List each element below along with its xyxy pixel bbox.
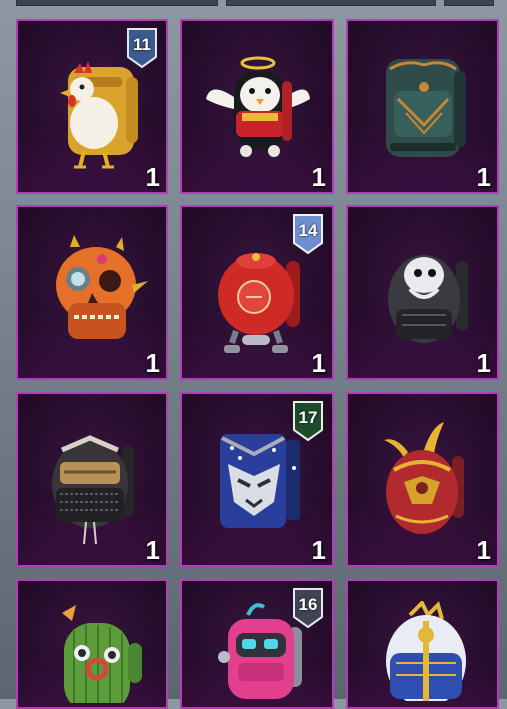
inventory-item-tile[interactable]: 11 1: [16, 19, 168, 194]
black-skull-backpack-icon: [380, 245, 480, 360]
rooster-backpack-icon: [48, 55, 148, 180]
level-badge-number: 17: [298, 408, 318, 427]
inventory-item-tile[interactable]: 14 1: [180, 205, 334, 380]
inventory-item-tile[interactable]: 17 1: [180, 392, 334, 567]
inventory-item-tile[interactable]: 1: [346, 392, 499, 567]
item-count: 1: [311, 535, 326, 565]
item-count: 1: [145, 162, 160, 192]
level-badge-number: 11: [133, 35, 151, 54]
angel-penguin-backpack-icon: [202, 51, 312, 176]
inventory-item-tile[interactable]: 1: [346, 19, 499, 194]
inventory-item-tile[interactable]: 1: [346, 205, 499, 380]
item-count: 1: [145, 348, 160, 378]
red-robot-backpack-icon: [206, 245, 316, 370]
golden-wing-backpack-icon: [374, 420, 474, 545]
skull-backpack-icon: [40, 233, 150, 358]
level-badge: 11: [125, 27, 159, 69]
level-badge: 14: [291, 213, 325, 255]
white-gold-backpack-icon: [376, 599, 476, 707]
teal-ornate-backpack-icon: [376, 55, 476, 170]
item-count: 1: [476, 348, 491, 378]
level-badge-number: 14: [298, 221, 318, 240]
samurai-backpack-icon: [46, 432, 146, 557]
cactus-backpack-icon: [42, 603, 152, 707]
inventory-item-tile[interactable]: 16: [180, 579, 334, 709]
inventory-item-tile[interactable]: 1: [16, 392, 168, 567]
level-badge: 16: [291, 587, 325, 629]
item-count: 1: [311, 162, 326, 192]
blue-mask-backpack-icon: [210, 428, 310, 543]
level-badge-number: 16: [298, 595, 318, 614]
item-count: 1: [145, 535, 160, 565]
inventory-item-tile[interactable]: 1: [180, 19, 334, 194]
level-badge: 17: [291, 400, 325, 442]
item-count: 1: [476, 535, 491, 565]
inventory-item-tile[interactable]: 1: [16, 205, 168, 380]
inventory-item-tile[interactable]: [346, 579, 499, 709]
inventory-grid: 11 1 1 1 1 14 1 1 1 17 1 1 16: [0, 0, 507, 709]
inventory-item-tile[interactable]: [16, 579, 168, 709]
item-count: 1: [476, 162, 491, 192]
item-count: 1: [311, 348, 326, 378]
